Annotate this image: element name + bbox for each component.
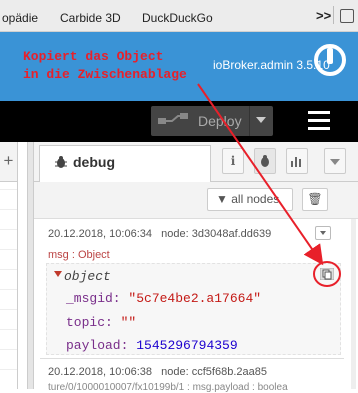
iobroker-logo-bar [327,48,333,64]
copy-icon[interactable] [320,268,334,280]
workspace-canvas[interactable] [0,182,18,389]
chart-icon[interactable] [286,148,308,174]
bug-icon [261,155,269,167]
bookmarks-divider [333,6,334,24]
expand-caret-icon[interactable] [54,271,62,277]
field-value[interactable]: "5c7e4be2.a17664" [128,291,261,306]
filter-label: all nodes [231,192,280,206]
bookmark-item[interactable]: DuckDuckGo [142,11,213,25]
tab-debug-label: debug [73,154,115,170]
bookmark-item[interactable]: opädie [2,11,38,25]
field-value[interactable]: "" [121,315,137,330]
field-key: payload: [66,338,129,353]
chart-bars-icon [291,157,301,167]
message-meta: 20.12.2018, 10:06:38 node: ccf5f68b.2aa8… [48,366,267,378]
deploy-icon [158,113,188,124]
info-icon[interactable]: i [222,148,244,174]
annotation-line: in die Zwischenablage [23,67,187,82]
annotation-text: Kopiert das Object in die Zwischenablage [23,48,187,84]
message-timestamp: 20.12.2018, 10:06:34 [48,228,152,240]
chevron-down-icon[interactable] [324,148,346,174]
filter-icon: ▼ [216,192,228,206]
extension-icon[interactable] [340,9,354,23]
chevron-shape [330,159,340,165]
bug-tab-button[interactable] [254,148,276,174]
bookmark-item[interactable]: Carbide 3D [60,11,121,25]
bookmarks-bar: opädie Carbide 3D DuckDuckGo >> [0,0,358,32]
field-key: _msgid: [66,291,121,306]
deploy-divider [249,106,250,136]
bug-icon [55,156,67,168]
trash-icon[interactable]: 🗑 [302,188,328,211]
object-field: payload: 1545296794359 [66,338,238,353]
deploy-label: Deploy [198,113,242,129]
message-node[interactable]: node: ccf5f68b.2aa85 [161,366,267,378]
message-topic: msg : Object [48,249,110,261]
object-label[interactable]: object [64,269,111,284]
message-node[interactable]: node: 3d3048af.dd639 [161,228,271,240]
object-field: topic: "" [66,315,136,330]
sidebar-scrollbar[interactable] [351,219,356,389]
message-topic: ture/0/1000010007/fx10199b/1 : msg.paylo… [48,382,288,393]
app-title: ioBroker.admin 3.5.10 [213,58,330,72]
hamburger-icon[interactable] [308,111,330,131]
add-flow-button[interactable]: + [0,142,18,182]
field-value[interactable]: 1545296794359 [136,338,237,353]
bookmarks-more-button[interactable]: >> [316,8,331,23]
annotation-line: Kopiert das Object [23,49,164,64]
deploy-menu-caret-icon[interactable] [256,117,266,123]
message-meta: 20.12.2018, 10:06:34 node: 3d3048af.dd63… [48,228,271,240]
object-field: _msgid: "5c7e4be2.a17664" [66,291,261,306]
sidebar-resize-handle[interactable] [27,142,34,389]
field-key: topic: [66,315,113,330]
message-timestamp: 20.12.2018, 10:06:38 [48,366,152,378]
message-options-button[interactable] [315,226,331,240]
filter-all-nodes-button[interactable]: ▼ all nodes [207,188,293,211]
